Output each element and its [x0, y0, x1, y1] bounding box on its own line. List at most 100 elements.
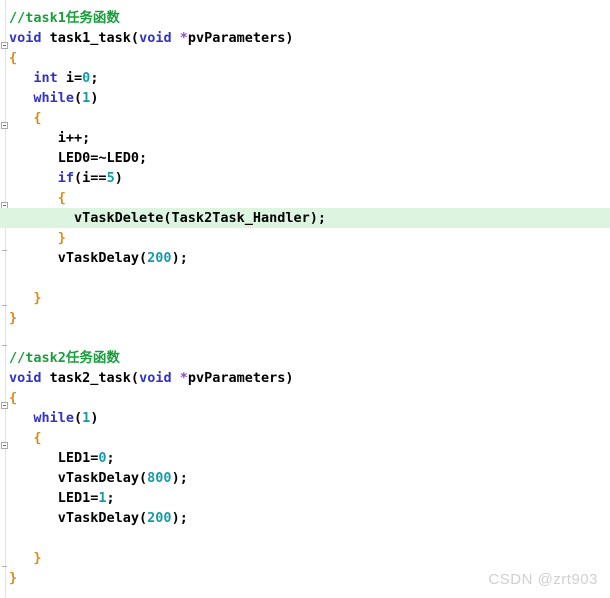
- token-plain: vTaskDelay(: [9, 470, 148, 486]
- token-brace: {: [33, 110, 42, 126]
- code-line-text: {: [0, 388, 17, 408]
- code-line-text: }: [0, 288, 41, 308]
- code-line-text: LED1=0;: [0, 448, 115, 468]
- token-brace: {: [57, 190, 66, 206]
- token-plain: vTaskDelay(: [9, 510, 148, 526]
- token-keyword: while: [33, 90, 75, 106]
- token-plain: LED1=: [9, 490, 99, 506]
- token-number: 200: [147, 250, 172, 266]
- token-plain: (: [74, 90, 83, 106]
- token-brace: {: [9, 50, 18, 66]
- code-line-text: i++;: [0, 128, 91, 148]
- token-brace: {: [9, 390, 18, 406]
- code-line[interactable]: vTaskDelay(200);: [0, 508, 610, 528]
- code-line[interactable]: }: [0, 548, 610, 568]
- token-plain: ;: [106, 450, 115, 466]
- code-line-text: }: [0, 308, 17, 328]
- code-line[interactable]: {: [0, 388, 610, 408]
- token-brace: }: [33, 550, 42, 566]
- code-line[interactable]: while(1): [0, 88, 610, 108]
- code-line-text: while(1): [0, 408, 98, 428]
- token-plain: LED1=: [9, 450, 99, 466]
- token-keyword: if: [57, 170, 75, 186]
- code-line[interactable]: }: [0, 308, 610, 328]
- code-line[interactable]: }: [0, 288, 610, 308]
- token-brace: }: [57, 230, 66, 246]
- token-comment: //task1任务函数: [9, 10, 120, 26]
- token-number: 1: [98, 490, 107, 506]
- code-line[interactable]: }: [0, 228, 610, 248]
- token-keyword: void: [139, 370, 172, 386]
- code-line[interactable]: [0, 328, 610, 348]
- code-line[interactable]: LED1=1;: [0, 488, 610, 508]
- code-line[interactable]: vTaskDelay(200);: [0, 248, 610, 268]
- token-keyword: int: [33, 70, 58, 86]
- code-line[interactable]: [0, 268, 610, 288]
- token-plain: );: [171, 470, 188, 486]
- code-line[interactable]: LED1=0;: [0, 448, 610, 468]
- token-punct: *: [179, 370, 188, 386]
- csdn-watermark: CSDN @zrt903: [488, 571, 598, 588]
- code-line-text: }: [0, 568, 17, 588]
- code-line[interactable]: {: [0, 428, 610, 448]
- token-keyword: void: [9, 30, 42, 46]
- code-line-text: //task2任务函数: [0, 348, 120, 368]
- token-number: 800: [147, 470, 172, 486]
- token-keyword: void: [9, 370, 42, 386]
- code-line-text: {: [0, 188, 66, 208]
- token-plain: vTaskDelay(: [9, 250, 148, 266]
- token-brace: }: [9, 310, 18, 326]
- token-number: 200: [147, 510, 172, 526]
- code-line-text: {: [0, 108, 42, 128]
- code-line[interactable]: i++;: [0, 128, 610, 148]
- code-line[interactable]: {: [0, 188, 610, 208]
- code-line[interactable]: {: [0, 108, 610, 128]
- token-plain: vTaskDelete(Task2Task_Handler);: [9, 210, 326, 226]
- code-line[interactable]: //task2任务函数: [0, 348, 610, 368]
- token-plain: ): [90, 410, 99, 426]
- token-plain: pvParameters): [187, 370, 294, 386]
- code-line[interactable]: LED0=~LED0;: [0, 148, 610, 168]
- code-content-area[interactable]: //task1任务函数 void task1_task(void *pvParam…: [0, 0, 610, 598]
- code-editor[interactable]: //task1任务函数 void task1_task(void *pvParam…: [0, 0, 610, 598]
- code-line-text: vTaskDelete(Task2Task_Handler);: [0, 208, 326, 228]
- code-line[interactable]: [0, 528, 610, 548]
- code-line-text: void task2_task(void *pvParameters): [0, 368, 294, 388]
- token-brace: }: [9, 570, 18, 586]
- token-keyword: while: [33, 410, 75, 426]
- code-line-text: int i=0;: [0, 68, 98, 88]
- token-plain: (i==: [74, 170, 107, 186]
- code-line-text: LED1=1;: [0, 488, 115, 508]
- code-line[interactable]: while(1): [0, 408, 610, 428]
- token-plain: (: [74, 410, 83, 426]
- code-line[interactable]: //task1任务函数: [0, 8, 610, 28]
- token-plain: i++;: [9, 130, 91, 146]
- token-plain: ;: [106, 490, 115, 506]
- code-line-text: void task1_task(void *pvParameters): [0, 28, 294, 48]
- code-line[interactable]: if(i==5): [0, 168, 610, 188]
- token-number: 0: [98, 450, 107, 466]
- code-line[interactable]: void task1_task(void *pvParameters): [0, 28, 610, 48]
- code-line-highlighted[interactable]: vTaskDelete(Task2Task_Handler);: [0, 208, 610, 228]
- code-line[interactable]: {: [0, 48, 610, 68]
- code-line-text: if(i==5): [0, 168, 123, 188]
- code-line[interactable]: int i=0;: [0, 68, 610, 88]
- code-line-text: LED0=~LED0;: [0, 148, 147, 168]
- code-line-text: while(1): [0, 88, 98, 108]
- code-line-text: }: [0, 228, 66, 248]
- code-line-text: vTaskDelay(200);: [0, 248, 188, 268]
- token-plain: pvParameters): [187, 30, 294, 46]
- code-line[interactable]: vTaskDelay(800);: [0, 468, 610, 488]
- token-plain: ): [90, 90, 99, 106]
- code-line[interactable]: void task2_task(void *pvParameters): [0, 368, 610, 388]
